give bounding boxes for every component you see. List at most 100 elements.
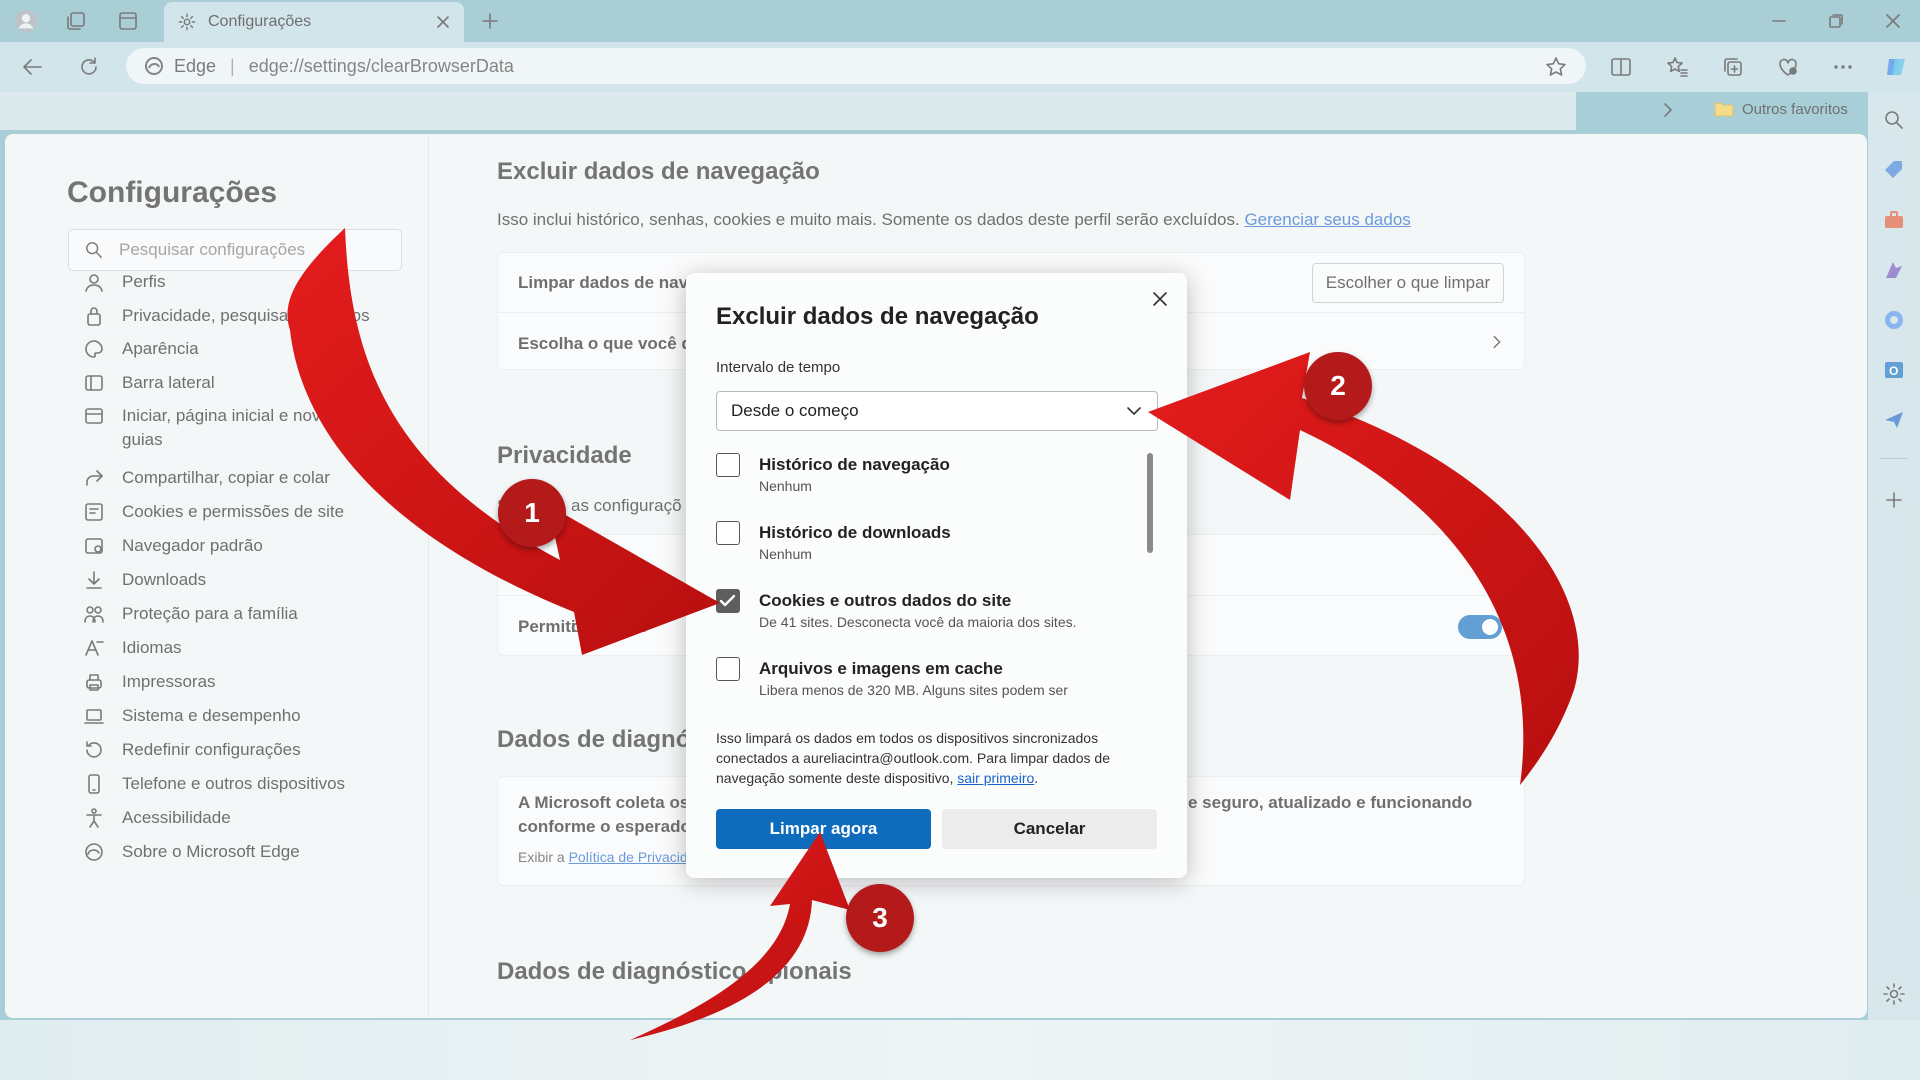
add-icon[interactable] [1882, 488, 1906, 512]
clear-option-4[interactable]: Arquivos e imagens em cache Libera menos … [716, 657, 1136, 713]
checkmark-icon [719, 594, 736, 607]
privacy-row1-tail: "Na [623, 557, 653, 576]
close-tab-icon[interactable] [436, 15, 450, 29]
refresh-button[interactable] [76, 54, 102, 80]
manage-data-link[interactable]: Gerenciar seus dados [1244, 210, 1410, 229]
diagnostic-title: Dados de diagnó [497, 726, 691, 753]
sync-note-text: Isso limpará os dados em todos os dispos… [716, 730, 1110, 786]
checkbox[interactable] [716, 453, 740, 477]
sidebar-item-label: Cookies e permissões de site [122, 502, 345, 521]
svg-text:O: O [1889, 364, 1898, 378]
sidebar-item-telefone-e-outros-dispositivos[interactable]: Telefone e outros dispositivos [83, 772, 383, 796]
sidebar-item-label: Acessibilidade [122, 808, 231, 827]
shopping-tag-icon[interactable] [1882, 158, 1906, 182]
description-text: Isso inclui histórico, senhas, cookies e… [497, 210, 1240, 229]
option-subtitle: Nenhum [759, 478, 812, 494]
sidebar-item-aparencia[interactable]: Aparência [83, 337, 383, 361]
toggle-knob [1482, 619, 1498, 635]
profile-icon [83, 271, 105, 293]
checkbox[interactable] [716, 521, 740, 545]
sidebar-item-sistema-e-desempenho[interactable]: Sistema e desempenho [83, 704, 383, 728]
dialog-scrollbar[interactable] [1147, 453, 1153, 553]
split-screen-icon[interactable] [1608, 54, 1634, 80]
chevron-right-icon[interactable] [1488, 333, 1506, 351]
sidebar-item-downloads[interactable]: Downloads [83, 568, 383, 592]
sidebar-item-navegador-padrao[interactable]: Navegador padrão [83, 534, 383, 558]
close-icon[interactable] [1148, 287, 1172, 311]
share-icon [83, 467, 105, 489]
tools-icon[interactable] [1882, 208, 1906, 232]
url-text[interactable]: edge://settings/clearBrowserData [249, 56, 514, 77]
settings-search[interactable] [68, 229, 402, 271]
sidebar-item-label: Impressoras [122, 672, 216, 691]
back-button[interactable] [20, 54, 46, 80]
option-title: Histórico de navegação [759, 455, 950, 474]
browser-essentials-icon[interactable] [1775, 54, 1801, 80]
favorite-star-icon[interactable] [1543, 54, 1569, 80]
sidebar-item-impressoras[interactable]: Impressoras [83, 670, 383, 694]
profile-avatar-icon[interactable] [14, 9, 38, 33]
sidebar-settings-icon[interactable] [1882, 982, 1906, 1006]
clear-option-3[interactable]: Cookies e outros dados do site De 41 site… [716, 589, 1136, 645]
choose-what-to-clear-button[interactable]: Escolher o que limpar [1312, 263, 1504, 303]
sidebar-item-redefinir-configuracoes[interactable]: Redefinir configurações [83, 738, 383, 762]
sidebar-item-iniciar-pagina-inicial-e-novas-guias[interactable]: Iniciar, página inicial e novas guias [83, 404, 383, 452]
sidebar-icon [83, 372, 105, 394]
chevron-right-icon[interactable] [1658, 100, 1678, 120]
sidebar-item-barra-lateral[interactable]: Barra lateral [83, 371, 383, 395]
collections-icon[interactable] [1720, 54, 1746, 80]
restore-button[interactable] [1813, 8, 1859, 34]
microsoft-365-icon[interactable] [1882, 308, 1906, 332]
send-icon[interactable] [1882, 408, 1906, 432]
browser-icon [83, 535, 105, 557]
other-favorites[interactable]: Outros favoritos [1714, 100, 1848, 118]
sidebar-item-label: Downloads [122, 570, 207, 589]
cookie-icon [83, 501, 105, 523]
sidebar-item-idiomas[interactable]: Idiomas [83, 636, 383, 660]
sidebar-item-perfis[interactable]: Perfis [83, 270, 383, 294]
search-icon[interactable] [1882, 108, 1906, 132]
privacy-row2-tail: os sites v [571, 617, 649, 636]
time-range-value: Desde o começo [731, 401, 859, 420]
minimize-button[interactable] [1756, 8, 1802, 34]
close-window-button[interactable] [1870, 8, 1916, 34]
sidebar-item-compartilhar-copiar-e-colar[interactable]: Compartilhar, copiar e colar [83, 466, 383, 490]
new-tab-button[interactable] [478, 9, 502, 33]
step-badge-1: 1 [498, 479, 566, 547]
privacy-toggle[interactable] [1458, 615, 1502, 639]
favorites-icon[interactable] [1664, 54, 1690, 80]
sidebar-item-label: Navegador padrão [122, 536, 263, 555]
more-options-icon[interactable] [1830, 54, 1856, 80]
time-range-select[interactable]: Desde o começo [716, 391, 1158, 431]
clear-now-button[interactable]: Limpar agora [716, 809, 931, 849]
time-range-label: Intervalo de tempo [716, 359, 841, 376]
edge-icon [83, 841, 105, 863]
search-input[interactable] [119, 240, 369, 260]
right-sidebar: O [1868, 92, 1920, 1080]
sidebar-item-sobre-o-microsoft-edge[interactable]: Sobre o Microsoft Edge [83, 840, 383, 864]
sync-note: Isso limpará os dados em todos os dispos… [716, 730, 1110, 786]
sidebar-item-privacidade-pesquisa-e-servicos[interactable]: Privacidade, pesquisa e serviços [83, 304, 383, 328]
toolbar: Edge | edge://settings/clearBrowserData [0, 42, 1920, 92]
sidebar-item-cookies-e-permissoes-de-site[interactable]: Cookies e permissões de site [83, 500, 383, 524]
checkbox[interactable] [716, 657, 740, 681]
sidebar-item-label: Barra lateral [122, 373, 215, 392]
optional-title-tail: ionais [782, 958, 852, 985]
address-bar[interactable]: Edge | edge://settings/clearBrowserData [126, 48, 1586, 84]
clear-option-1[interactable]: Histórico de navegação Nenhum [716, 453, 1136, 509]
copilot-icon[interactable] [1882, 52, 1912, 82]
sign-out-link[interactable]: sair primeiro [957, 770, 1034, 786]
clear-option-2[interactable]: Histórico de downloads Nenhum [716, 521, 1136, 577]
checkbox-checked[interactable] [716, 589, 740, 613]
privacy-policy-link[interactable]: Política de Privacid [569, 849, 688, 865]
games-icon[interactable] [1882, 258, 1906, 282]
tab-settings[interactable]: Configurações [164, 2, 464, 42]
cancel-button[interactable]: Cancelar [942, 809, 1157, 849]
vertical-tabs-icon[interactable] [116, 9, 140, 33]
step-badge-3: 3 [846, 884, 914, 952]
outlook-icon[interactable]: O [1882, 358, 1906, 382]
sidebar-item-protecao-para-a-familia[interactable]: Proteção para a família [83, 602, 383, 626]
choose-on-close-label[interactable]: Escolha o que você qu [518, 334, 702, 354]
sidebar-item-acessibilidade[interactable]: Acessibilidade [83, 806, 383, 830]
workspaces-icon[interactable] [64, 9, 88, 33]
